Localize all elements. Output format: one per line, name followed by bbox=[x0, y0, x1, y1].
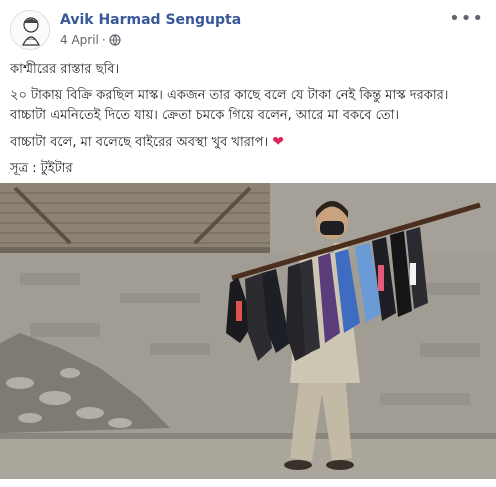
post-footer-space bbox=[0, 479, 496, 487]
post-text: কাশ্মীরের রাস্তার ছবি। ২০ টাকায় বিক্রি … bbox=[10, 60, 488, 185]
post-photo[interactable] bbox=[0, 183, 496, 479]
heart-emoji-icon: ❤ bbox=[272, 134, 285, 150]
post-line-4: সূত্র : টুইটার bbox=[10, 161, 73, 176]
meta-separator: · bbox=[101, 33, 106, 47]
photo-boy-selling-masks bbox=[0, 183, 496, 479]
post-header: Avik Harmad Sengupta 4 April · ••• bbox=[10, 10, 486, 52]
post-meta: 4 April · bbox=[60, 33, 121, 47]
post-paragraph-2: ২০ টাকায় বিক্রি করছিল মাস্ক। একজন তার ক… bbox=[10, 86, 488, 126]
globe-icon[interactable] bbox=[109, 34, 121, 46]
facebook-post: Avik Harmad Sengupta 4 April · ••• কাশ্ম… bbox=[0, 0, 496, 487]
avatar-illustration bbox=[11, 11, 49, 49]
author-name[interactable]: Avik Harmad Sengupta bbox=[60, 12, 241, 28]
post-paragraph-3: বাচ্চাটা বলে, মা বলেছে বাইরের অবস্থা খুব… bbox=[10, 132, 488, 153]
post-line-3: বাচ্চাটা বলে, মা বলেছে বাইরের অবস্থা খুব… bbox=[10, 135, 269, 150]
post-line-2b: বাচ্চাটা এমনিতেই দিতে যায়। ক্রেতা চমকে … bbox=[10, 108, 400, 123]
post-line-2a: ২০ টাকায় বিক্রি করছিল মাস্ক। একজন তার ক… bbox=[10, 88, 449, 103]
more-options-icon[interactable]: ••• bbox=[449, 10, 484, 28]
avatar[interactable] bbox=[10, 10, 50, 50]
post-date[interactable]: 4 April bbox=[60, 33, 99, 47]
post-line-1: কাশ্মীরের রাস্তার ছবি। bbox=[10, 62, 120, 77]
